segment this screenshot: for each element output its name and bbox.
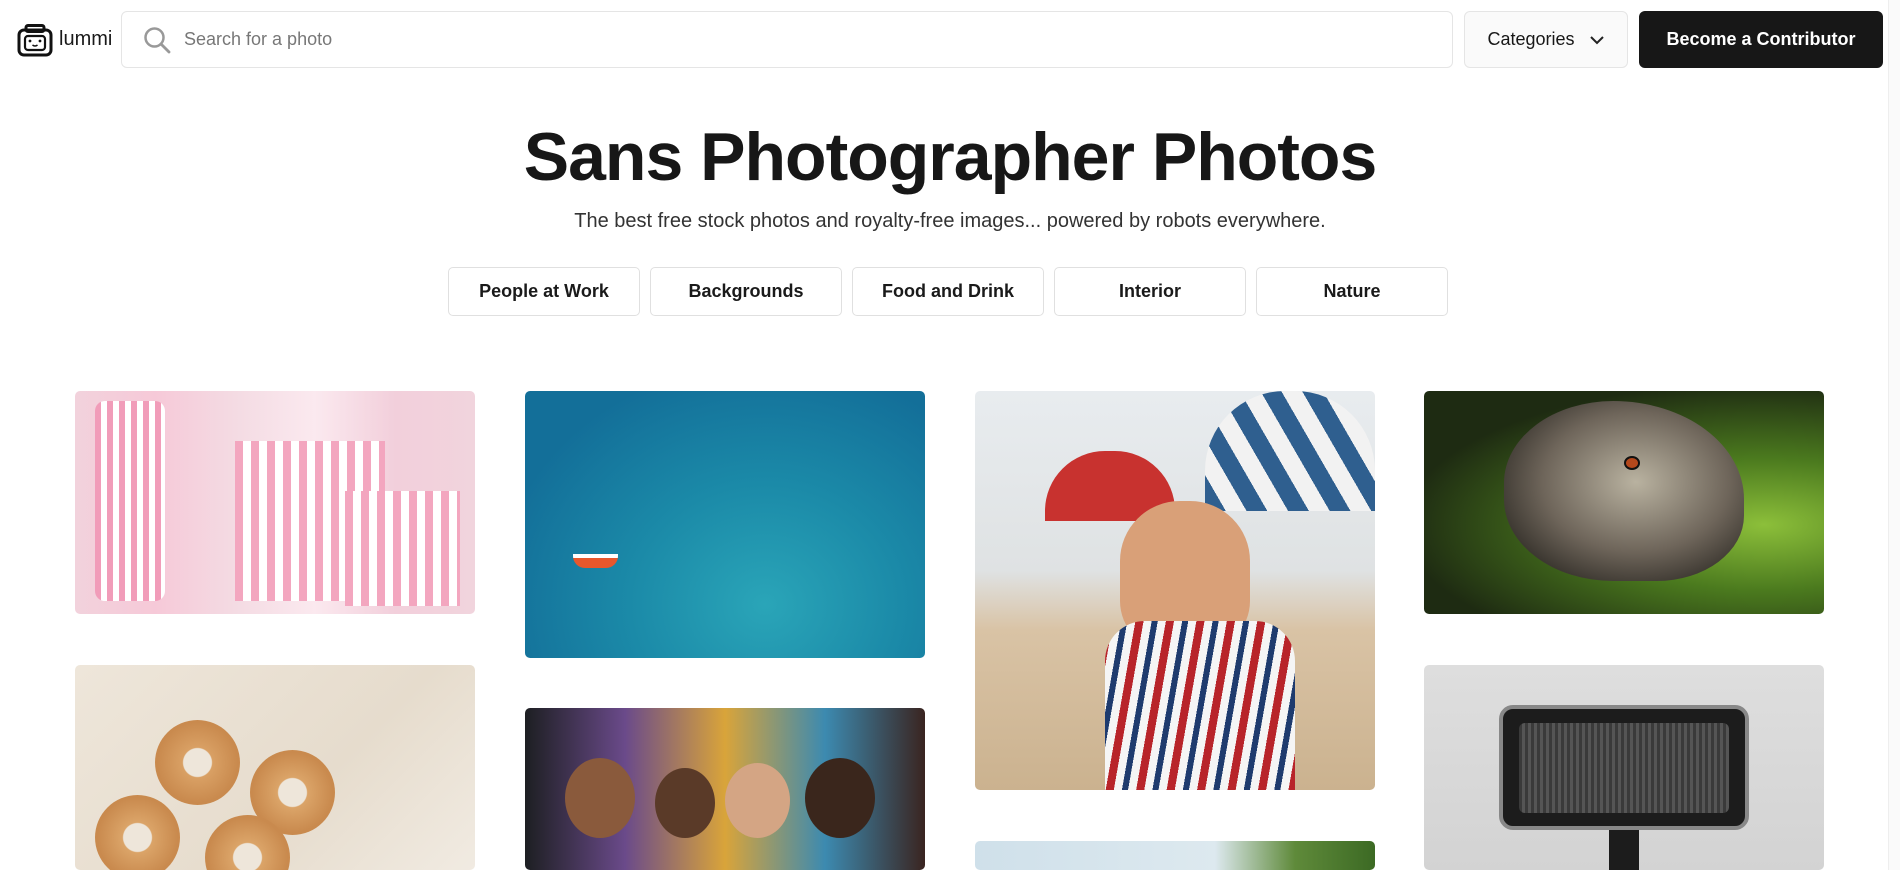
- page-subtitle: The best free stock photos and royalty-f…: [574, 210, 1326, 232]
- search-input[interactable]: [184, 29, 1452, 50]
- chip-food-and-drink[interactable]: Food and Drink: [852, 267, 1044, 316]
- photo-donuts[interactable]: [75, 665, 475, 870]
- photo-vintage-camera[interactable]: [1424, 665, 1824, 870]
- photo-lemur[interactable]: [1424, 391, 1824, 614]
- categories-dropdown[interactable]: Categories: [1464, 11, 1628, 68]
- photo-man-striped-suit[interactable]: [75, 391, 475, 614]
- search-icon: [144, 26, 171, 53]
- chip-nature[interactable]: Nature: [1256, 267, 1448, 316]
- lummi-logo-icon[interactable]: [17, 24, 53, 57]
- photo-boat-sea[interactable]: [525, 391, 925, 658]
- photo-woman-beach[interactable]: [975, 391, 1375, 790]
- chip-interior[interactable]: Interior: [1054, 267, 1246, 316]
- chip-backgrounds[interactable]: Backgrounds: [650, 267, 842, 316]
- categories-label: Categories: [1487, 29, 1575, 49]
- chevron-down-icon: [1589, 35, 1604, 44]
- brand-name[interactable]: lummi: [59, 28, 112, 51]
- search-bar[interactable]: [121, 11, 1453, 68]
- photo-women-laughing[interactable]: [525, 708, 925, 870]
- page-title: Sans Photographer Photos: [523, 119, 1378, 195]
- category-chips: People at Work Backgrounds Food and Drin…: [448, 267, 1448, 316]
- photo-beach-trees[interactable]: [975, 841, 1375, 870]
- chip-people-at-work[interactable]: People at Work: [448, 267, 640, 316]
- become-contributor-button[interactable]: Become a Contributor: [1639, 11, 1883, 68]
